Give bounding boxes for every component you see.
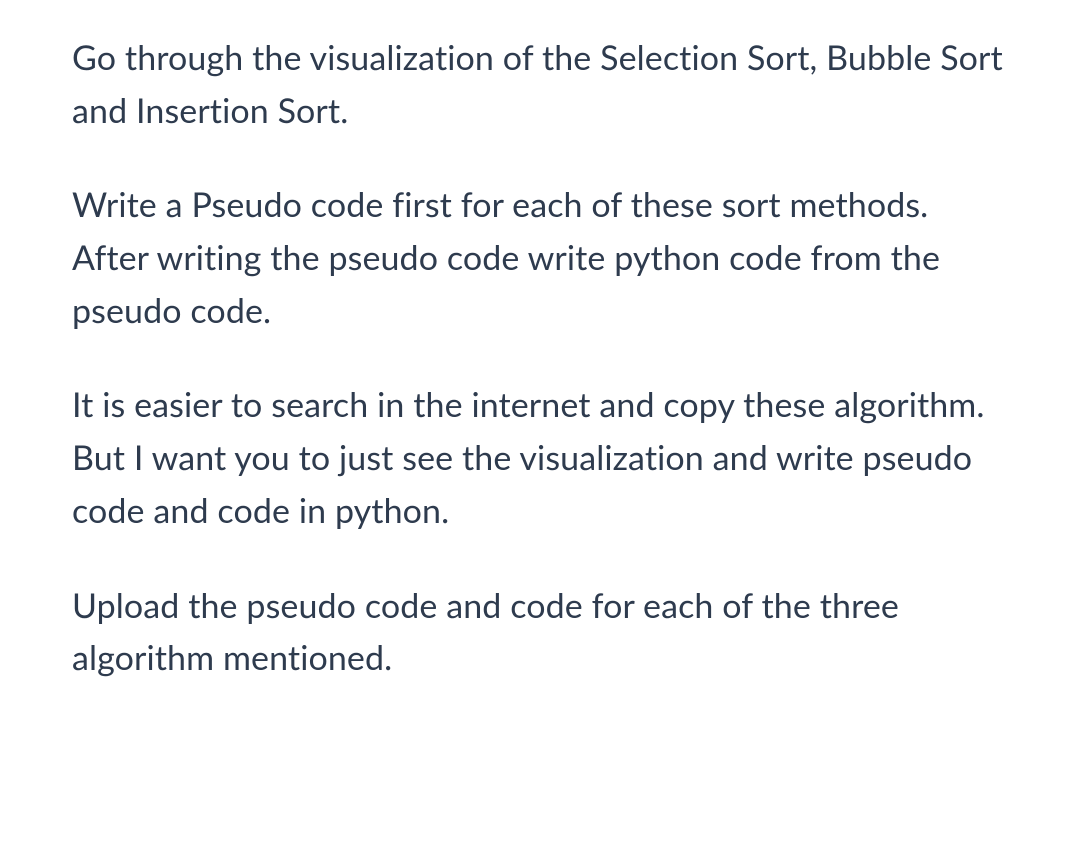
- paragraph-intro: Go through the visualization of the Sele…: [72, 32, 1008, 137]
- paragraph-upload: Upload the pseudo code and code for each…: [72, 580, 1008, 685]
- document-content: Go through the visualization of the Sele…: [72, 32, 1008, 685]
- paragraph-warning: It is easier to search in the internet a…: [72, 379, 1008, 537]
- paragraph-instruction-pseudocode: Write a Pseudo code first for each of th…: [72, 179, 1008, 337]
